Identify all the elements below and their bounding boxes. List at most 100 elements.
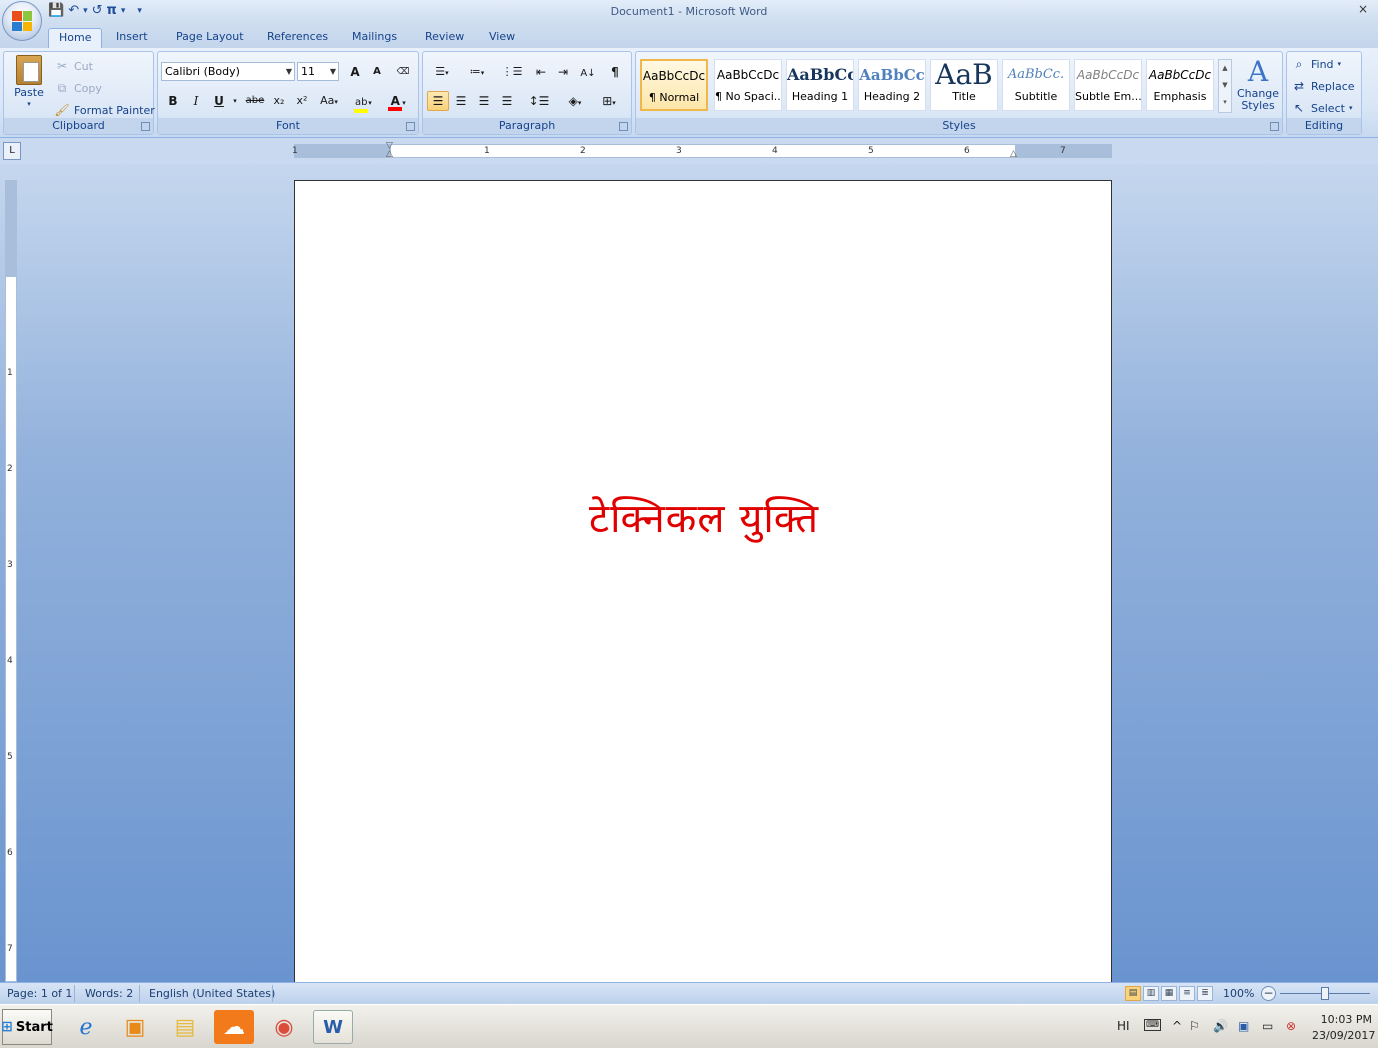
paragraph-launcher-icon[interactable] — [619, 122, 628, 131]
strikethrough-button[interactable]: abe — [244, 91, 266, 111]
replace-button[interactable]: ⇄ Replace — [1291, 78, 1355, 94]
web-layout-icon[interactable]: ▦ — [1161, 986, 1177, 1001]
superscript-button[interactable]: x² — [291, 91, 313, 111]
tab-home[interactable]: Home — [48, 28, 103, 48]
tab-view[interactable]: View — [479, 28, 525, 48]
italic-button[interactable]: I — [185, 91, 207, 111]
align-left-button[interactable]: ☰ — [427, 91, 449, 111]
chrome-icon[interactable]: ◉ — [264, 1010, 304, 1044]
mute-icon[interactable]: ⊗ — [1286, 1019, 1296, 1033]
document-text[interactable]: टेक्निकल युक्ति — [295, 489, 1113, 544]
tab-mailings[interactable]: Mailings — [342, 28, 407, 48]
word-count[interactable]: Words: 2 — [85, 987, 133, 1000]
flag-icon[interactable]: ⚐ — [1189, 1019, 1200, 1033]
change-case-button[interactable]: Aa▾ — [315, 91, 343, 111]
zoom-out-icon[interactable]: − — [1261, 986, 1276, 1001]
clock-time[interactable]: 10:03 PM — [1312, 1013, 1372, 1026]
style-heading-2[interactable]: AaBbCc Heading 2 — [858, 59, 926, 111]
grow-font-button[interactable]: A — [344, 62, 366, 82]
numbering-button[interactable]: ≔▾ — [461, 62, 493, 82]
style-subtitle[interactable]: AaBbCc. Subtitle — [1002, 59, 1070, 111]
font-size-combo[interactable]: 11 ▼ — [297, 62, 339, 81]
word-taskbar-icon[interactable]: W — [313, 1010, 353, 1044]
font-color-button[interactable]: A ▾ — [382, 91, 412, 111]
paste-button[interactable]: Paste ▾ — [10, 55, 48, 108]
uc-browser-icon[interactable]: ☁ — [214, 1010, 254, 1044]
battery-icon[interactable]: ▭ — [1262, 1019, 1273, 1033]
language-indicator[interactable]: English (United States) — [149, 987, 275, 1000]
office-button[interactable] — [2, 1, 42, 41]
close-icon[interactable]: × — [1358, 2, 1368, 16]
decrease-indent-button[interactable]: ⇤ — [530, 62, 552, 82]
page-count[interactable]: Page: 1 of 1 — [7, 987, 72, 1000]
tab-references[interactable]: References — [257, 28, 338, 48]
justify-button[interactable]: ☰ — [496, 91, 518, 111]
style-emphasis[interactable]: AaBbCcDc Emphasis — [1146, 59, 1214, 111]
clear-formatting-button[interactable]: ⌫ — [392, 62, 414, 82]
volume-icon[interactable]: 🔊 — [1213, 1019, 1228, 1033]
start-button[interactable]: ⊞ Start — [1, 1009, 53, 1045]
full-screen-reading-icon[interactable]: ▥ — [1143, 986, 1159, 1001]
tab-page-layout[interactable]: Page Layout — [166, 28, 254, 48]
style-no-spacing[interactable]: AaBbCcDc ¶ No Spaci... — [714, 59, 782, 111]
tab-insert[interactable]: Insert — [106, 28, 158, 48]
styles-launcher-icon[interactable] — [1270, 122, 1279, 131]
clock-date[interactable]: 23/09/2017 — [1312, 1029, 1375, 1042]
font-launcher-icon[interactable] — [406, 122, 415, 131]
multilevel-list-button[interactable]: ⋮☰ — [497, 62, 527, 82]
increase-indent-button[interactable]: ⇥ — [552, 62, 574, 82]
zoom-level[interactable]: 100% — [1223, 987, 1254, 1000]
draft-view-icon[interactable]: ≣ — [1197, 986, 1213, 1001]
copy-button[interactable]: ⧉ Copy — [54, 80, 102, 96]
vertical-ruler[interactable]: 1 2 3 4 5 6 7 — [5, 180, 17, 982]
horizontal-ruler[interactable]: 1 1 2 3 4 5 6 7 ▽ △ △ — [292, 141, 1112, 159]
style-title[interactable]: AaB Title — [930, 59, 998, 111]
sort-icon: A↓ — [580, 68, 596, 79]
outline-view-icon[interactable]: ≡ — [1179, 986, 1195, 1001]
sort-button[interactable]: A↓ — [577, 62, 599, 82]
bullets-button[interactable]: ☰▾ — [427, 62, 457, 82]
show-hidden-icons[interactable]: ^ — [1172, 1019, 1182, 1033]
shading-button[interactable]: ◈▾ — [560, 91, 590, 111]
style-subtle-emphasis[interactable]: AaBbCcDc Subtle Em... — [1074, 59, 1142, 111]
clipboard-launcher-icon[interactable] — [141, 122, 150, 131]
print-layout-view-icon[interactable]: ▤ — [1125, 986, 1141, 1001]
ruler-number: 3 — [7, 560, 13, 570]
network-icon[interactable]: ▣ — [1238, 1019, 1249, 1033]
cut-button[interactable]: ✂ Cut — [54, 58, 93, 74]
scroll-up-icon[interactable]: ▲ — [1219, 60, 1231, 77]
show-formatting-button[interactable]: ¶ — [604, 62, 626, 82]
style-normal[interactable]: AaBbCcDc ¶ Normal — [640, 59, 708, 111]
input-language[interactable]: HI — [1117, 1019, 1130, 1033]
zoom-slider-thumb[interactable] — [1321, 987, 1329, 1000]
more-styles-icon[interactable]: ▾ — [1219, 94, 1231, 111]
document-page[interactable]: टेक्निकल युक्ति — [294, 180, 1112, 982]
borders-button[interactable]: ⊞▾ — [594, 91, 624, 111]
right-indent-icon[interactable]: △ — [1010, 149, 1017, 159]
styles-scroll[interactable]: ▲ ▼ ▾ — [1218, 59, 1232, 113]
change-styles-button[interactable]: A Change Styles — [1236, 56, 1280, 112]
style-heading-1[interactable]: AaBbCc Heading 1 — [786, 59, 854, 111]
shrink-font-button[interactable]: A — [366, 62, 388, 82]
keyboard-icon[interactable]: ⌨ — [1144, 1019, 1161, 1031]
ruler-number: 2 — [580, 146, 586, 156]
line-spacing-button[interactable]: ↕☰ — [524, 91, 554, 111]
format-painter-button[interactable]: 🖌 Format Painter — [54, 102, 154, 118]
internet-explorer-icon[interactable]: ℯ — [66, 1010, 106, 1044]
scroll-down-icon[interactable]: ▼ — [1219, 77, 1231, 94]
tab-review[interactable]: Review — [415, 28, 474, 48]
subscript-button[interactable]: x₂ — [268, 91, 290, 111]
hanging-indent-icon[interactable]: △ — [386, 149, 393, 159]
select-button[interactable]: ↖ Select ▾ — [1291, 100, 1352, 116]
bold-button[interactable]: B — [162, 91, 184, 111]
font-name-combo[interactable]: Calibri (Body) ▼ — [161, 62, 295, 81]
highlight-button[interactable]: ab▾ — [348, 91, 378, 113]
align-right-button[interactable]: ☰ — [473, 91, 495, 111]
find-button[interactable]: ⌕ Find ▾ — [1291, 56, 1341, 72]
align-center-button[interactable]: ☰ — [450, 91, 472, 111]
underline-button[interactable]: U — [208, 91, 230, 111]
tab-selector[interactable]: L — [3, 142, 21, 160]
media-player-icon[interactable]: ▣ — [115, 1010, 155, 1044]
underline-dropdown-icon[interactable]: ▾ — [230, 91, 240, 111]
file-explorer-icon[interactable]: ▤ — [165, 1010, 205, 1044]
